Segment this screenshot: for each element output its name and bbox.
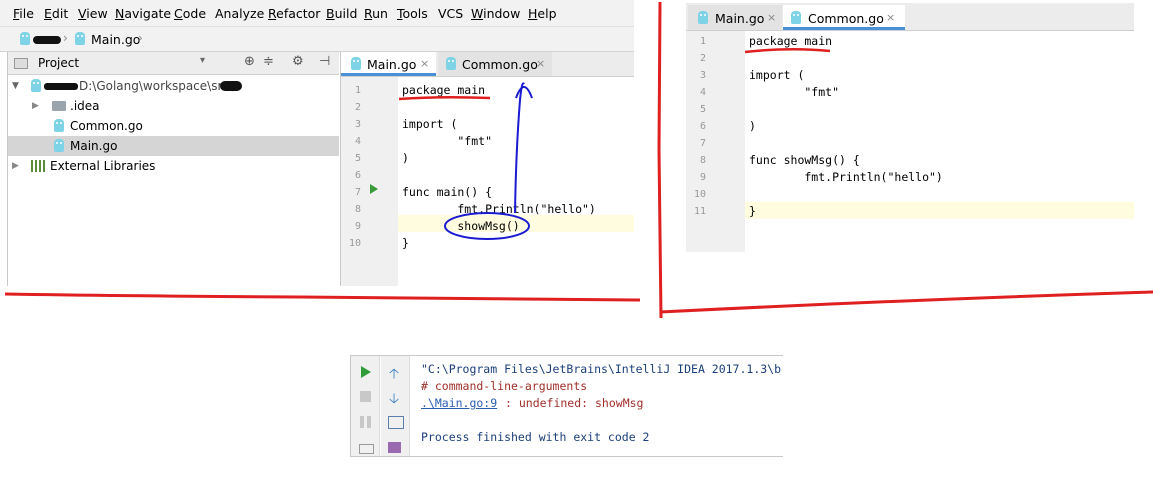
blue-arrow-head	[515, 86, 533, 99]
red-separator-line	[659, 290, 1153, 314]
red-underline	[744, 47, 831, 54]
blue-arrow	[514, 82, 525, 214]
annotation-layer	[4, 1, 1153, 319]
red-underline	[398, 95, 491, 101]
red-separator-line	[4, 292, 641, 302]
blue-circle	[444, 212, 530, 240]
red-separator-line	[657, 1, 663, 319]
